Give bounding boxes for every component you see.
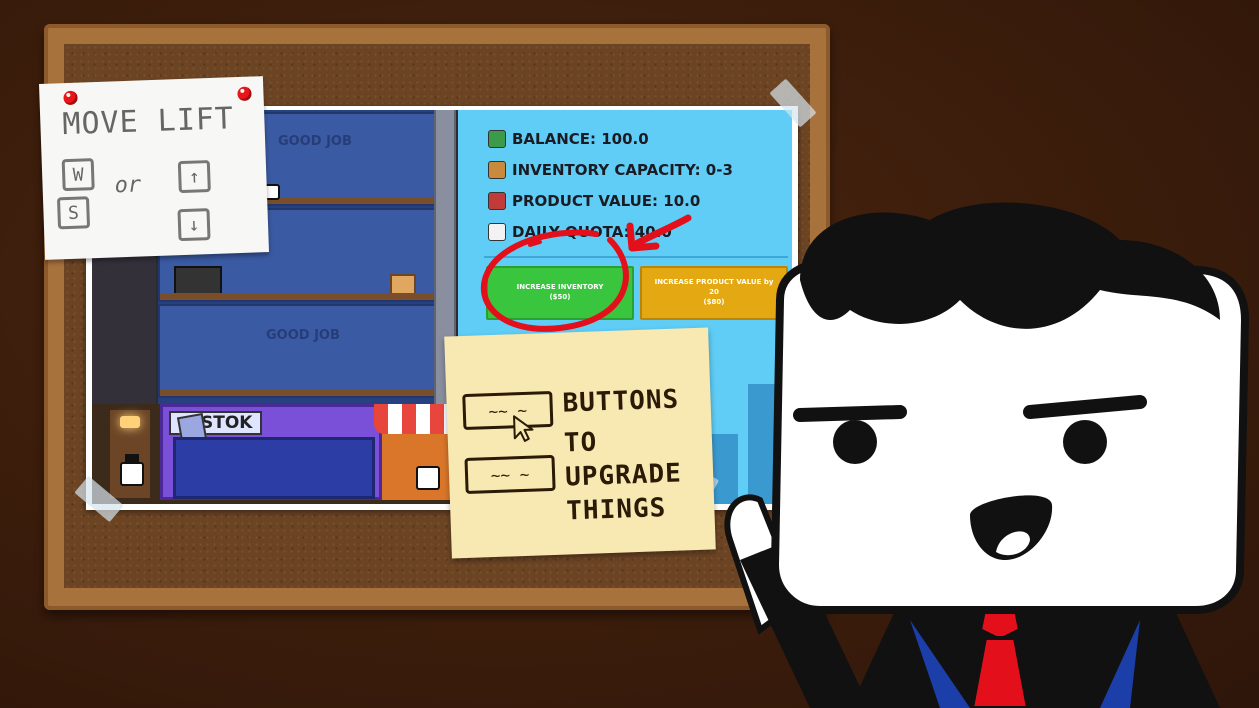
sketch-button-icon: ~~ ~ [464, 454, 556, 495]
pin-icon [63, 90, 78, 106]
sketch-button-icon: ~~ ~ [462, 390, 554, 431]
pin-icon [237, 86, 252, 102]
move-lift-title: MOVE LIFT [61, 101, 235, 143]
cursor-icon [513, 415, 534, 442]
note-line-2: TO [563, 427, 598, 459]
upgrade-buttons-note: ~~ ~ ~~ ~ BUTTONS TO UPGRADE THINGS [444, 327, 716, 559]
down-arrow-key-icon: ↓ [177, 208, 211, 242]
note-line-1: BUTTONS [562, 384, 680, 419]
up-arrow-key-icon: ↑ [177, 160, 211, 194]
or-text: or [114, 172, 142, 199]
note-line-3: UPGRADE [564, 458, 683, 493]
note-line-4: THINGS [565, 493, 667, 527]
w-key-icon: W [61, 158, 95, 192]
move-lift-note: MOVE LIFT W S or ↑ ↓ [38, 76, 270, 260]
presenter-character [724, 202, 1250, 708]
s-key-icon: S [56, 196, 91, 230]
